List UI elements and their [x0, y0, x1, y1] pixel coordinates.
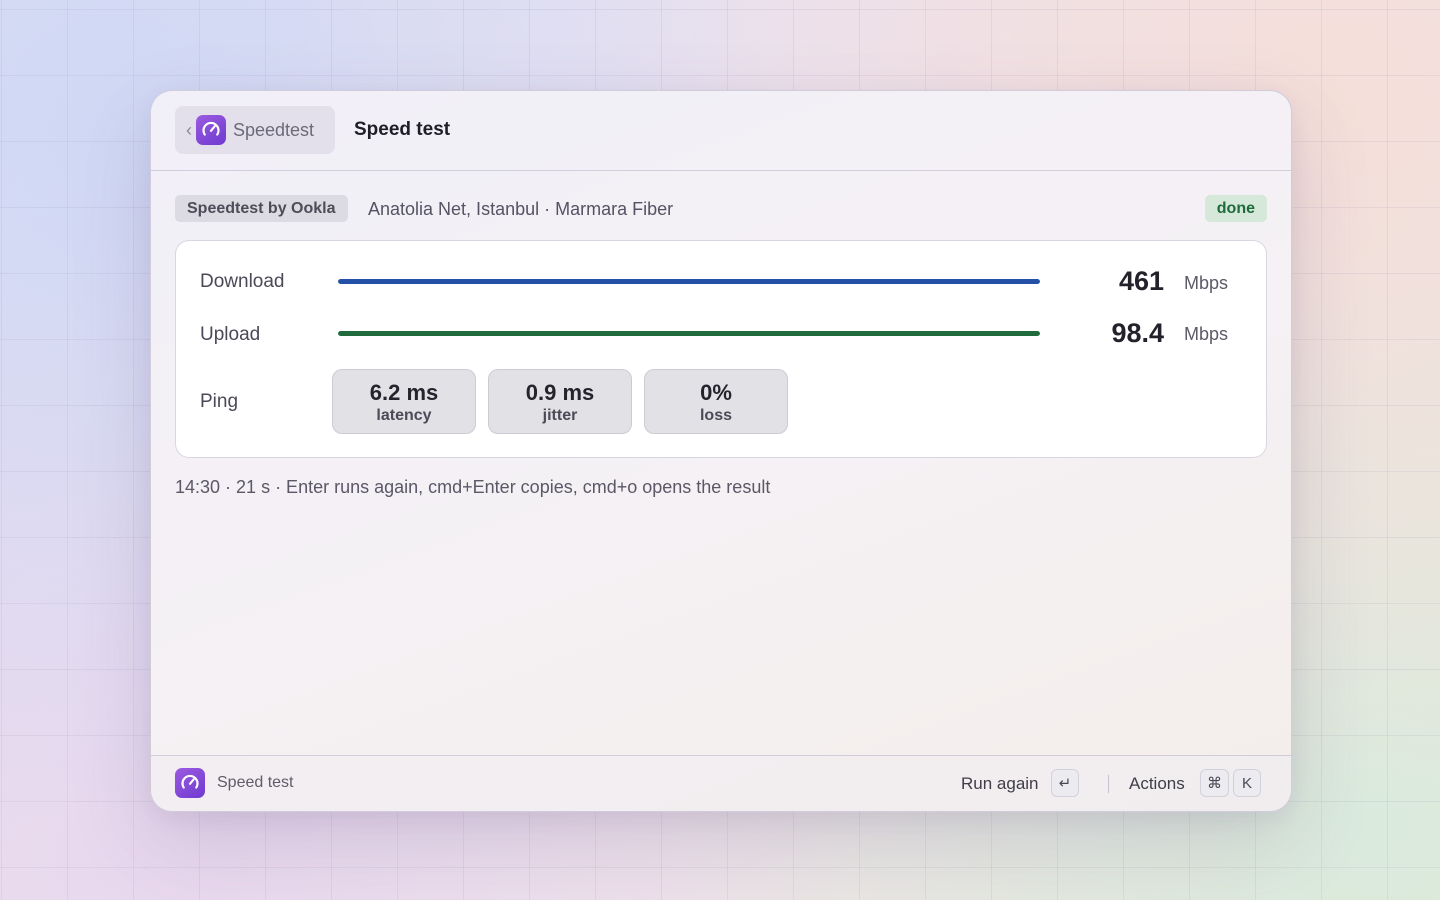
ping-label: Ping	[200, 391, 239, 412]
provider-badge: Speedtest by Ookla	[175, 195, 348, 222]
latency-value: 6.2 ms	[369, 380, 439, 405]
jitter-stat: 0.9 ms jitter	[488, 369, 632, 434]
gauge-icon	[196, 115, 226, 145]
latency-stat: 6.2 ms latency	[332, 369, 476, 434]
back-label: Speedtest	[233, 119, 315, 140]
download-unit: Mbps	[1184, 273, 1229, 293]
gauge-icon	[175, 768, 205, 798]
download-value: 461	[1118, 266, 1164, 296]
k-key-hint: K	[1233, 769, 1261, 797]
meta-row: Speedtest by Ookla Anatolia Net, Istanbu…	[175, 195, 1267, 223]
footnote: 14:30 · 21 s · Enter runs again, cmd+Ent…	[175, 477, 771, 497]
loss-caption: loss	[699, 407, 732, 424]
download-bar	[338, 279, 1040, 284]
download-bar-fill	[338, 279, 1040, 284]
header: ‹ Speedtest Speed test	[151, 91, 1291, 171]
footer-bar: Speed test Run again ↵ Actions ⌘ K	[151, 755, 1291, 811]
jitter-caption: jitter	[542, 407, 578, 424]
loss-value: 0%	[700, 380, 732, 405]
upload-bar-fill	[338, 331, 1040, 336]
footer-title: Speed test	[217, 774, 294, 791]
latency-caption: latency	[376, 407, 432, 424]
run-again-button[interactable]: Run again	[961, 774, 1039, 794]
enter-key-hint: ↵	[1051, 769, 1079, 797]
chevron-left-icon: ‹	[186, 120, 192, 140]
loss-stat: 0% loss	[644, 369, 788, 434]
divider	[1108, 775, 1109, 793]
status-badge: done	[1204, 195, 1267, 222]
actions-button[interactable]: Actions	[1129, 774, 1185, 794]
page-title: Speed test	[354, 119, 451, 140]
back-button[interactable]: ‹ Speedtest	[175, 106, 335, 154]
upload-label: Upload	[200, 324, 261, 345]
upload-unit: Mbps	[1184, 324, 1229, 344]
results-card: Download 461 Mbps Upload 98.4 Mbps Ping …	[175, 240, 1267, 458]
speedtest-window: ‹ Speedtest Speed test Speedtest by Ookl…	[150, 90, 1292, 812]
cmd-key-hint: ⌘	[1200, 769, 1229, 797]
jitter-value: 0.9 ms	[525, 380, 595, 405]
download-label: Download	[200, 271, 285, 292]
upload-bar	[338, 331, 1040, 336]
server-info: Anatolia Net, Istanbul · Marmara Fiber	[368, 199, 674, 219]
upload-value: 98.4	[1111, 318, 1164, 348]
